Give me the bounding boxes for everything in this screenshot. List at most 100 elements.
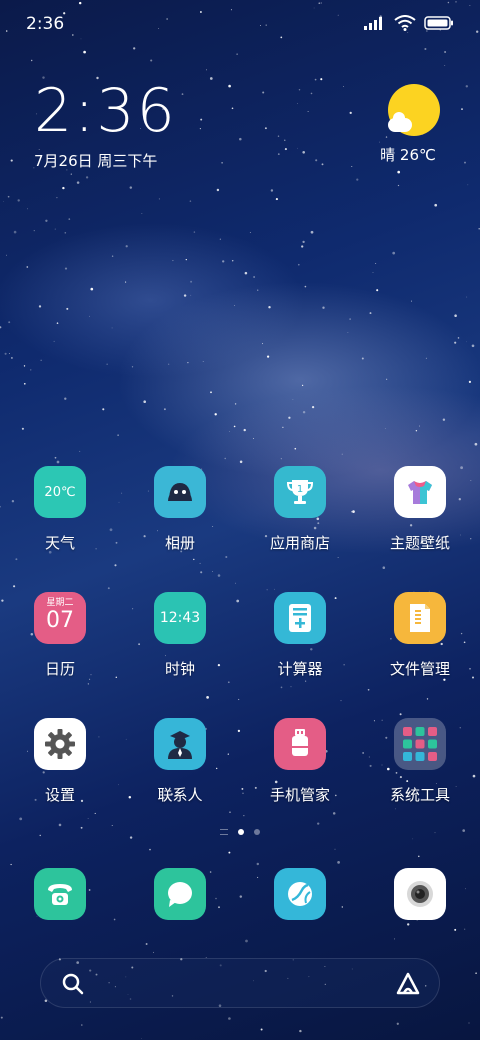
weather-app[interactable]: 20℃ 天气 xyxy=(0,466,120,592)
star xyxy=(68,218,71,220)
star xyxy=(83,50,86,54)
star xyxy=(26,266,29,268)
star xyxy=(10,159,13,162)
star xyxy=(302,410,306,414)
star xyxy=(310,230,314,234)
security-app[interactable]: 手机管家 xyxy=(240,718,360,844)
star xyxy=(375,262,377,264)
star xyxy=(56,196,58,199)
star xyxy=(102,408,105,411)
gallery-app[interactable]: 相册 xyxy=(120,466,240,592)
star xyxy=(200,118,203,121)
star xyxy=(282,426,284,428)
trophy-icon: 1 xyxy=(274,466,326,518)
star xyxy=(442,418,446,421)
contacts-app[interactable]: 联系人 xyxy=(120,718,240,844)
star xyxy=(150,59,153,62)
star xyxy=(202,361,204,362)
star xyxy=(214,413,217,416)
star xyxy=(193,231,196,233)
themes-app[interactable]: 主题壁纸 xyxy=(360,466,480,592)
search-icon[interactable] xyxy=(61,972,85,996)
browser-app[interactable] xyxy=(240,868,360,920)
star xyxy=(249,232,251,233)
star xyxy=(349,111,352,115)
app-label: 系统工具 xyxy=(389,786,450,804)
folder-icon xyxy=(394,592,446,644)
star xyxy=(187,361,189,364)
star xyxy=(361,357,364,360)
star xyxy=(145,943,148,945)
app-store-app[interactable]: 1 应用商店 xyxy=(240,466,360,592)
phone-app[interactable] xyxy=(0,868,120,920)
star xyxy=(396,1022,399,1025)
status-time: 2:36 xyxy=(26,14,65,34)
star xyxy=(349,318,351,320)
app-label: 手机管家 xyxy=(269,786,330,804)
app-label: 相册 xyxy=(164,534,195,552)
page-dot-active[interactable] xyxy=(238,829,244,835)
star xyxy=(158,198,160,200)
star xyxy=(294,447,297,450)
star xyxy=(6,254,7,256)
star xyxy=(262,91,265,94)
star xyxy=(310,92,313,95)
star xyxy=(228,851,231,854)
star xyxy=(205,69,207,71)
browser-icon xyxy=(274,868,326,920)
star xyxy=(347,332,349,334)
star xyxy=(23,365,26,367)
star xyxy=(140,1038,142,1039)
star xyxy=(467,184,469,186)
page-indicator[interactable] xyxy=(0,829,480,835)
file-manager-app[interactable]: 文件管理 xyxy=(360,592,480,718)
usb-shield-icon xyxy=(274,718,326,770)
star xyxy=(307,111,309,113)
page-dot[interactable] xyxy=(254,829,260,835)
star xyxy=(372,272,374,274)
star xyxy=(245,939,248,943)
camera-app[interactable] xyxy=(360,868,480,920)
star xyxy=(256,862,260,866)
weather-widget-text: 晴 26℃ xyxy=(380,146,436,164)
star xyxy=(141,213,143,215)
star xyxy=(85,176,89,179)
calendar-app[interactable]: 星期二 07 日历 xyxy=(0,592,120,718)
star xyxy=(33,230,35,232)
settings-app[interactable]: 设置 xyxy=(0,718,120,844)
page-indicator-feed[interactable] xyxy=(220,829,228,835)
assistant-icon[interactable] xyxy=(395,971,421,997)
sunny-weather-icon xyxy=(388,84,440,136)
star xyxy=(461,108,463,110)
star xyxy=(106,363,108,365)
system-tools-folder[interactable]: 系统工具 xyxy=(360,718,480,844)
star xyxy=(284,139,286,141)
star xyxy=(270,189,274,192)
star xyxy=(464,928,466,930)
star xyxy=(3,201,4,202)
star xyxy=(129,186,133,189)
messages-app[interactable] xyxy=(120,868,240,920)
weather-widget[interactable]: 晴 26℃ xyxy=(380,84,444,165)
clock-app[interactable]: 12:43 时钟 xyxy=(120,592,240,718)
calendar-day: 07 xyxy=(46,608,74,633)
star xyxy=(0,1016,3,1019)
star xyxy=(299,1029,302,1033)
star xyxy=(320,78,323,81)
search-bar[interactable] xyxy=(40,958,440,1008)
calculator-app[interactable]: 计算器 xyxy=(240,592,360,718)
dock xyxy=(0,868,480,920)
calendar-weekday: 星期二 xyxy=(46,598,74,608)
star xyxy=(219,238,221,240)
star xyxy=(457,337,460,339)
star xyxy=(0,326,2,329)
clock-widget[interactable]: 2:36 7月26日 周三下午 xyxy=(34,78,177,171)
app-label: 天气 xyxy=(44,534,75,552)
folder-grid-icon xyxy=(394,718,446,770)
star xyxy=(397,184,400,187)
weather-icon: 20℃ xyxy=(34,466,86,518)
star xyxy=(297,103,298,104)
star xyxy=(343,86,344,87)
star xyxy=(152,951,155,953)
star xyxy=(244,271,248,275)
